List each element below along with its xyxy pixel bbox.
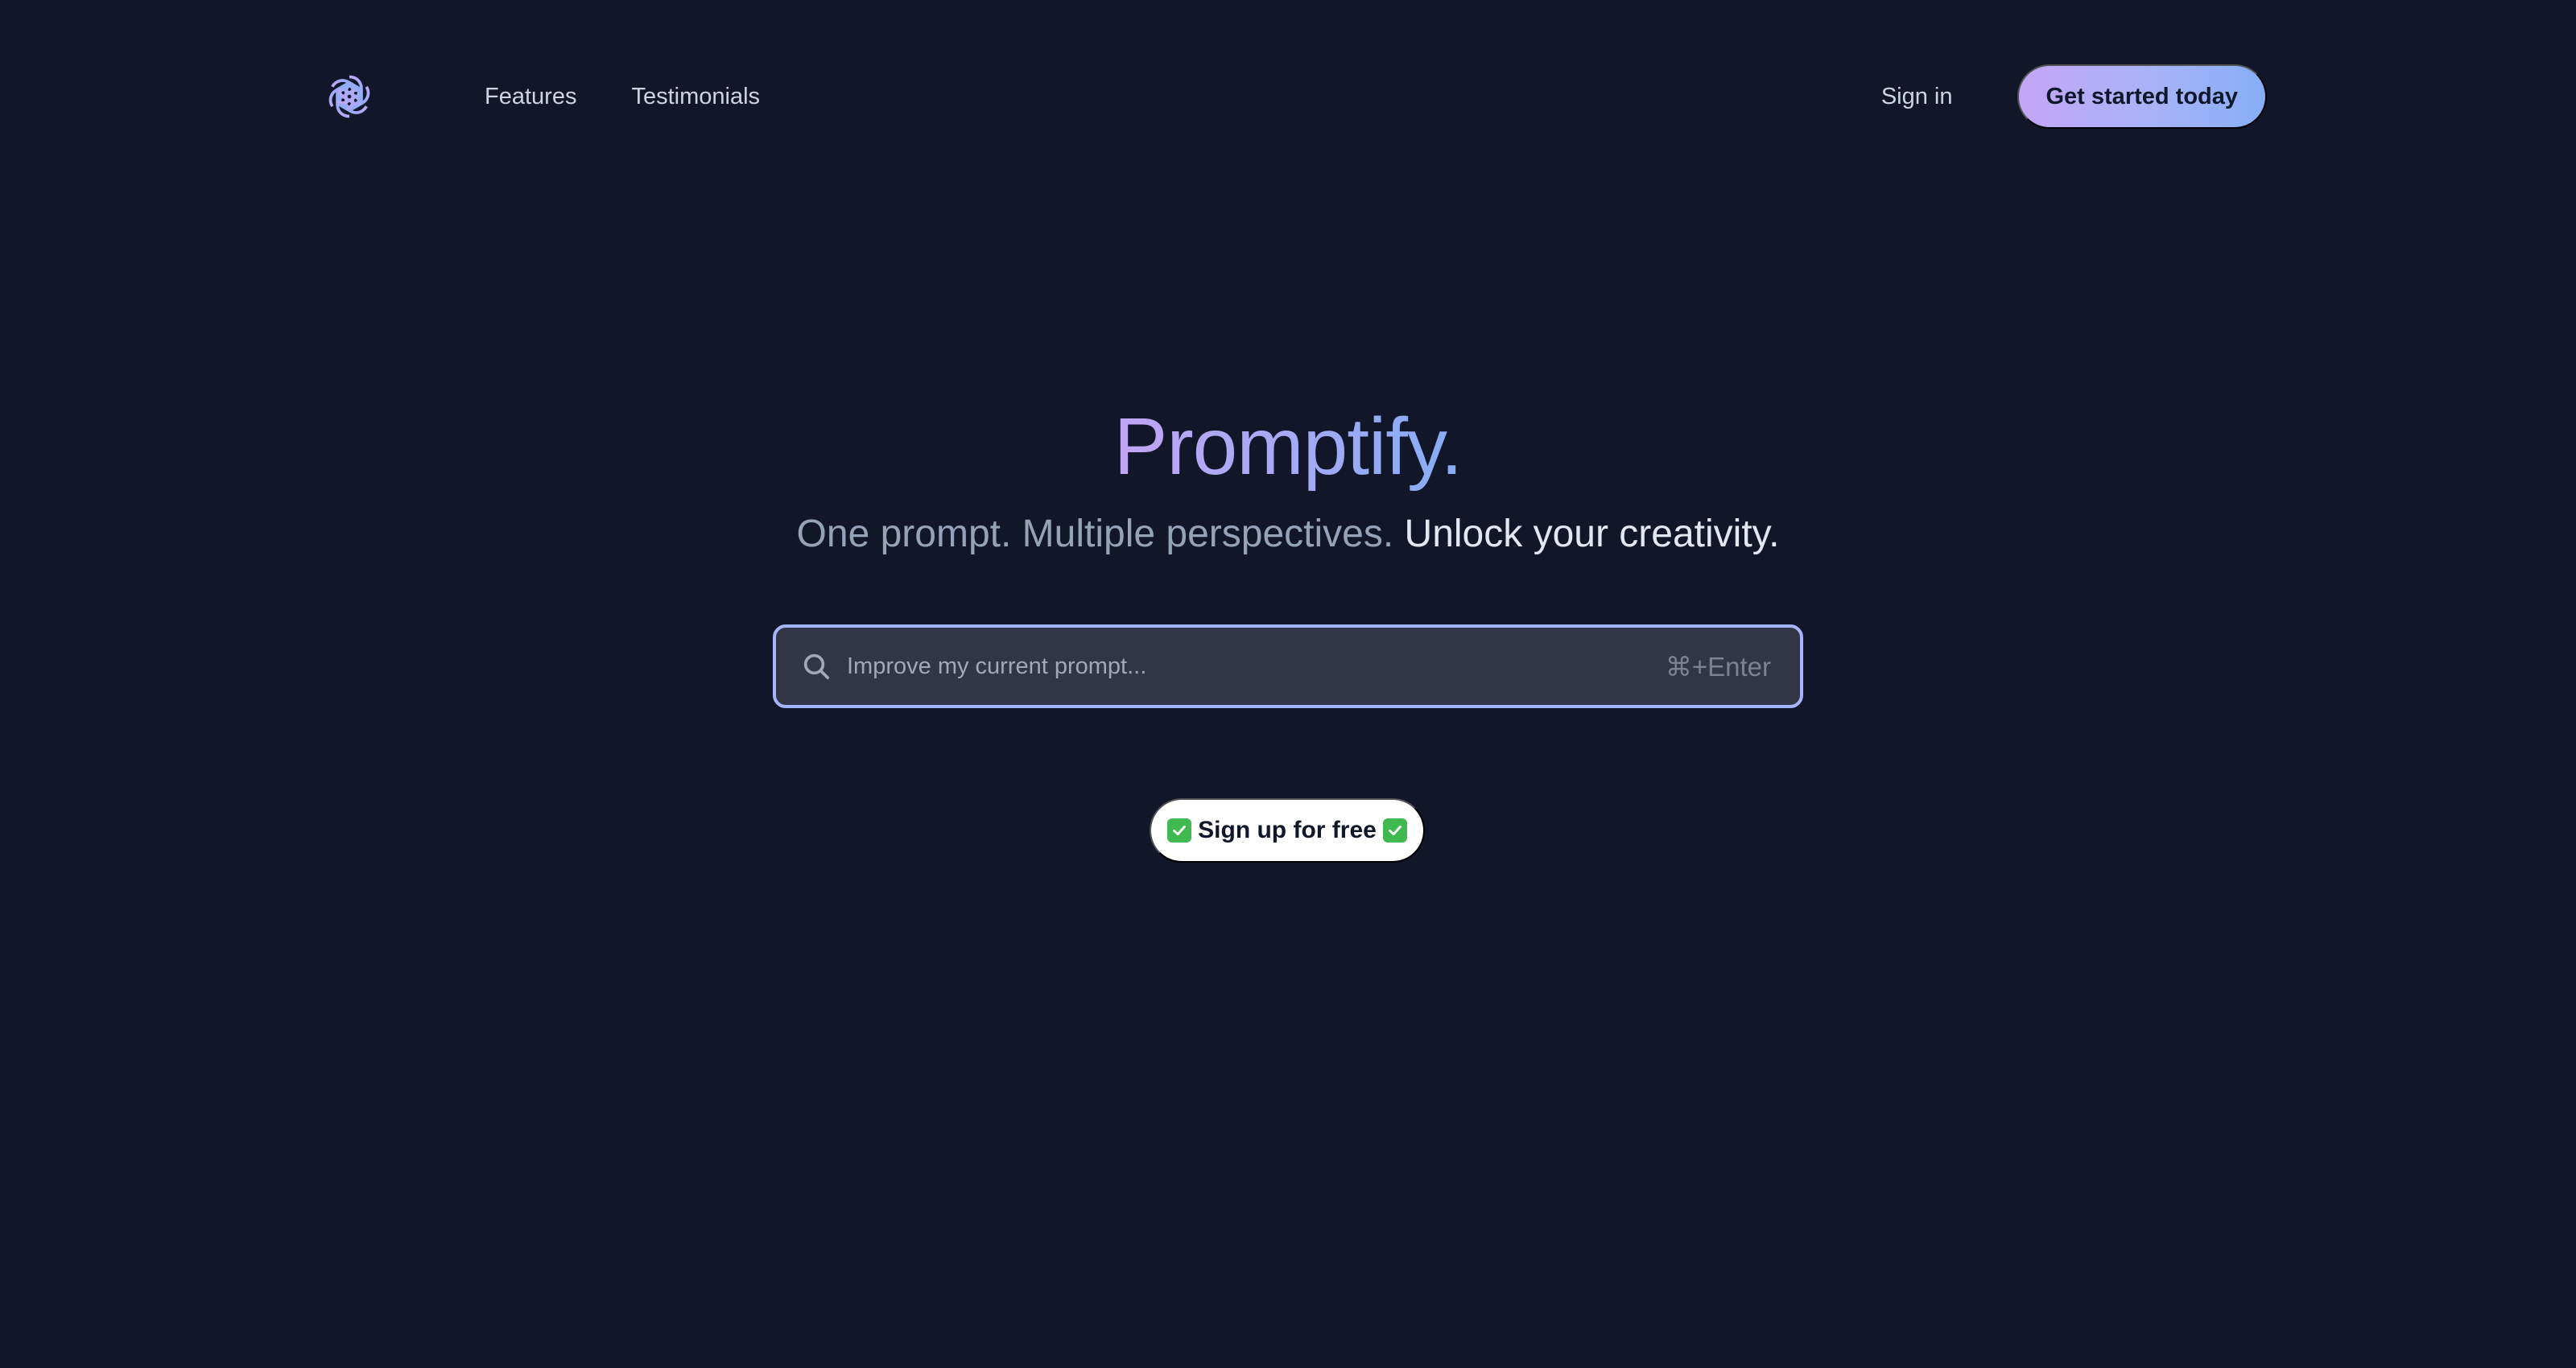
nav-link-testimonials[interactable]: Testimonials: [610, 75, 781, 119]
hero-subtitle-part1: One prompt. Multiple perspectives.: [796, 513, 1394, 555]
keyboard-shortcut-hint: ⌘+Enter: [1665, 651, 1771, 682]
openai-knot-icon: [324, 74, 374, 119]
hero-subtitle: One prompt. Multiple perspectives. Unloc…: [0, 509, 2576, 560]
search-icon: [803, 653, 829, 679]
hero-title-text: Promptify.: [1113, 402, 1463, 492]
check-mark-icon: [1167, 818, 1192, 843]
logo[interactable]: [322, 69, 377, 124]
header-actions: Sign in Get started today: [1865, 64, 2267, 129]
hero-title: Promptify.: [0, 394, 2576, 499]
hero-subtitle-part2: Unlock your creativity.: [1404, 513, 1780, 555]
nav-link-features[interactable]: Features: [483, 75, 597, 119]
check-mark-icon: [1382, 818, 1407, 843]
sign-in-link[interactable]: Sign in: [1865, 76, 1969, 118]
sign-up-free-label: Sign up for free: [1198, 817, 1377, 843]
prompt-input[interactable]: [847, 653, 1666, 680]
prompt-search-box[interactable]: ⌘+Enter: [773, 624, 1803, 708]
landing-page: Features Testimonials Sign in Get starte…: [0, 0, 2576, 1368]
get-started-button[interactable]: Get started today: [2017, 64, 2267, 129]
primary-nav: Features Testimonials: [483, 75, 781, 119]
top-navigation: Features Testimonials Sign in Get starte…: [322, 63, 2267, 130]
sign-up-free-button[interactable]: Sign up for free: [1150, 798, 1425, 863]
